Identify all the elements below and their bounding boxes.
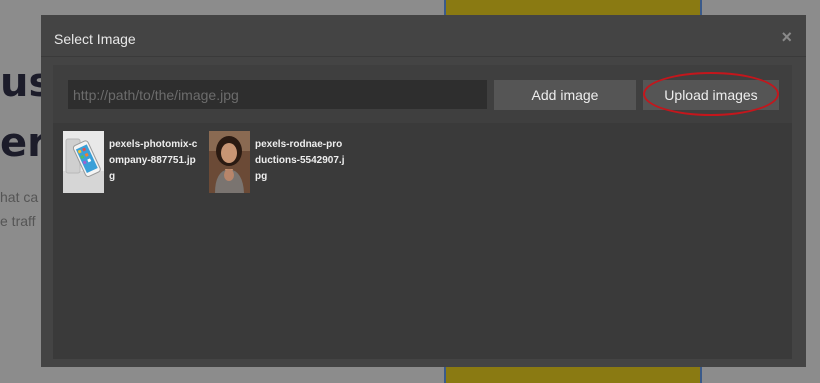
asset-toolbar: Add image Upload images — [53, 65, 792, 123]
modal-header: Select Image × — [41, 15, 806, 57]
upload-images-button[interactable]: Upload images — [643, 80, 779, 110]
background-heading-line-2: er — [0, 120, 47, 166]
close-icon[interactable]: × — [781, 27, 792, 48]
woman-portrait-thumbnail-icon[interactable] — [209, 131, 250, 193]
asset-item[interactable]: pexels-rodnae-productions-5542907.jpg — [209, 131, 349, 201]
asset-list: pexels-photomix-company-887751.jpg pexel… — [53, 123, 792, 359]
modal-body: Add image Upload images — [53, 65, 792, 359]
background-text-line-1: hat ca — [0, 189, 39, 205]
add-image-button[interactable]: Add image — [494, 80, 636, 110]
background-text-line-2: e traff — [0, 213, 36, 229]
asset-filename: pexels-rodnae-productions-5542907.jpg — [255, 139, 345, 182]
select-image-modal: Select Image × Add image Upload images — [41, 15, 806, 367]
asset-filename: pexels-photomix-company-887751.jpg — [109, 139, 198, 182]
modal-title: Select Image — [54, 31, 136, 47]
phone-photo-thumbnail-icon[interactable] — [63, 131, 104, 193]
asset-item[interactable]: pexels-photomix-company-887751.jpg — [63, 131, 203, 201]
image-url-input[interactable] — [68, 80, 487, 109]
